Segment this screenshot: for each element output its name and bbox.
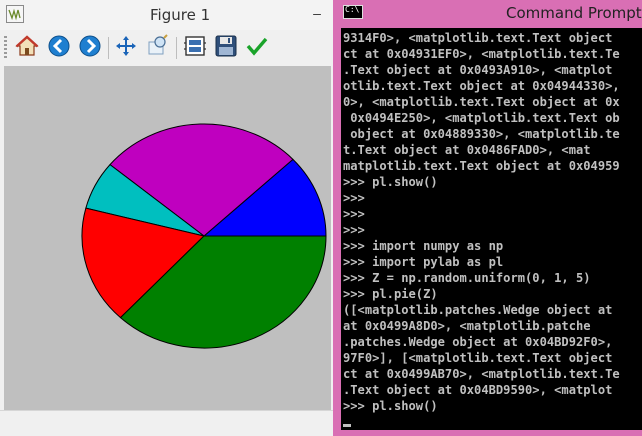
pan-button[interactable]	[113, 35, 139, 61]
console-line: ([<matplotlib.patches.Wedge object at	[343, 303, 613, 317]
command-prompt-title: Command Prompt -	[506, 4, 642, 22]
console-line: >>> pl.show()	[343, 175, 438, 189]
figure-canvas[interactable]	[4, 66, 331, 410]
console-line: t.Text object at 0x0486FAD0>, <mat	[343, 143, 591, 157]
console-line: .patches.Wedge object at 0x04BD92F0>,	[343, 335, 613, 349]
zoom-icon	[145, 33, 169, 63]
console-line: .Text object at 0x0493A910>, <matplot	[343, 63, 613, 77]
console-line: 0>, <matplotlib.text.Text object at 0x	[343, 95, 620, 109]
pan-arrows-icon	[114, 34, 138, 63]
console-line: ct at 0x0499AB70>, <matplotlib.text.Te	[343, 367, 620, 381]
back-arrow-icon	[47, 34, 71, 63]
console-line: 97F0>], [<matplotlib.text.Text object	[343, 351, 613, 365]
command-prompt-icon: C:\	[343, 5, 363, 19]
subplots-button[interactable]	[182, 35, 208, 61]
console-line: matplotlib.text.Text object at 0x04959	[343, 159, 620, 173]
forward-button[interactable]	[77, 35, 103, 61]
console-line: ct at 0x04931EF0>, <matplotlib.text.Te	[343, 47, 620, 61]
console-line: >>>	[343, 207, 365, 221]
console-line: >>>	[343, 223, 365, 237]
console-line: object at 0x04889330>, <matplotlib.te	[343, 127, 620, 141]
console-line: otlib.text.Text object at 0x04944330>,	[343, 79, 620, 93]
subplots-icon	[183, 34, 207, 63]
figure-titlebar[interactable]: Figure 1 –	[0, 0, 333, 30]
console-output[interactable]: 9314F0>, <matplotlib.text.Text object ct …	[341, 28, 642, 430]
command-prompt-icon-label: C:\	[345, 5, 360, 14]
toolbar-separator	[108, 37, 109, 59]
console-line: 9314F0>, <matplotlib.text.Text object	[343, 31, 613, 45]
checkmark-icon	[245, 34, 269, 63]
console-line: 0x0494E250>, <matplotlib.text.Text ob	[343, 111, 620, 125]
pie-chart	[81, 123, 327, 349]
console-cursor	[343, 424, 351, 427]
minimize-button[interactable]: –	[304, 3, 330, 25]
back-button[interactable]	[46, 35, 72, 61]
floppy-disk-icon	[214, 34, 238, 63]
console-line: .Text object at 0x04BD9590>, <matplot	[343, 383, 613, 397]
home-icon	[15, 34, 39, 63]
toolbar-separator	[176, 37, 177, 59]
navigation-toolbar	[0, 30, 333, 66]
console-line: at 0x0499A8D0>, <matplotlib.patche	[343, 319, 591, 333]
save-button[interactable]	[213, 35, 239, 61]
console-line: >>> pl.show()	[343, 399, 438, 413]
toolbar-grip[interactable]	[4, 36, 7, 60]
console-line: >>> Z = np.random.uniform(0, 1, 5)	[343, 271, 591, 285]
figure-window-title: Figure 1	[150, 6, 211, 24]
console-line: >>>	[343, 191, 365, 205]
edit-parameters-button[interactable]	[244, 35, 270, 61]
console-line: >>> import numpy as np	[343, 239, 504, 253]
home-button[interactable]	[14, 34, 40, 63]
figure-window: Figure 1 –	[0, 0, 333, 436]
command-prompt-window: C:\ Command Prompt - 9314F0>, <matplotli…	[333, 0, 642, 436]
zoom-button[interactable]	[144, 33, 170, 63]
console-line: >>> import pylab as pl	[343, 255, 504, 269]
command-prompt-titlebar[interactable]: C:\ Command Prompt -	[333, 0, 642, 28]
console-line: >>> pl.pie(Z)	[343, 287, 438, 301]
figure-app-icon	[6, 5, 24, 23]
figure-status-bar	[0, 410, 333, 436]
forward-arrow-icon	[78, 34, 102, 63]
